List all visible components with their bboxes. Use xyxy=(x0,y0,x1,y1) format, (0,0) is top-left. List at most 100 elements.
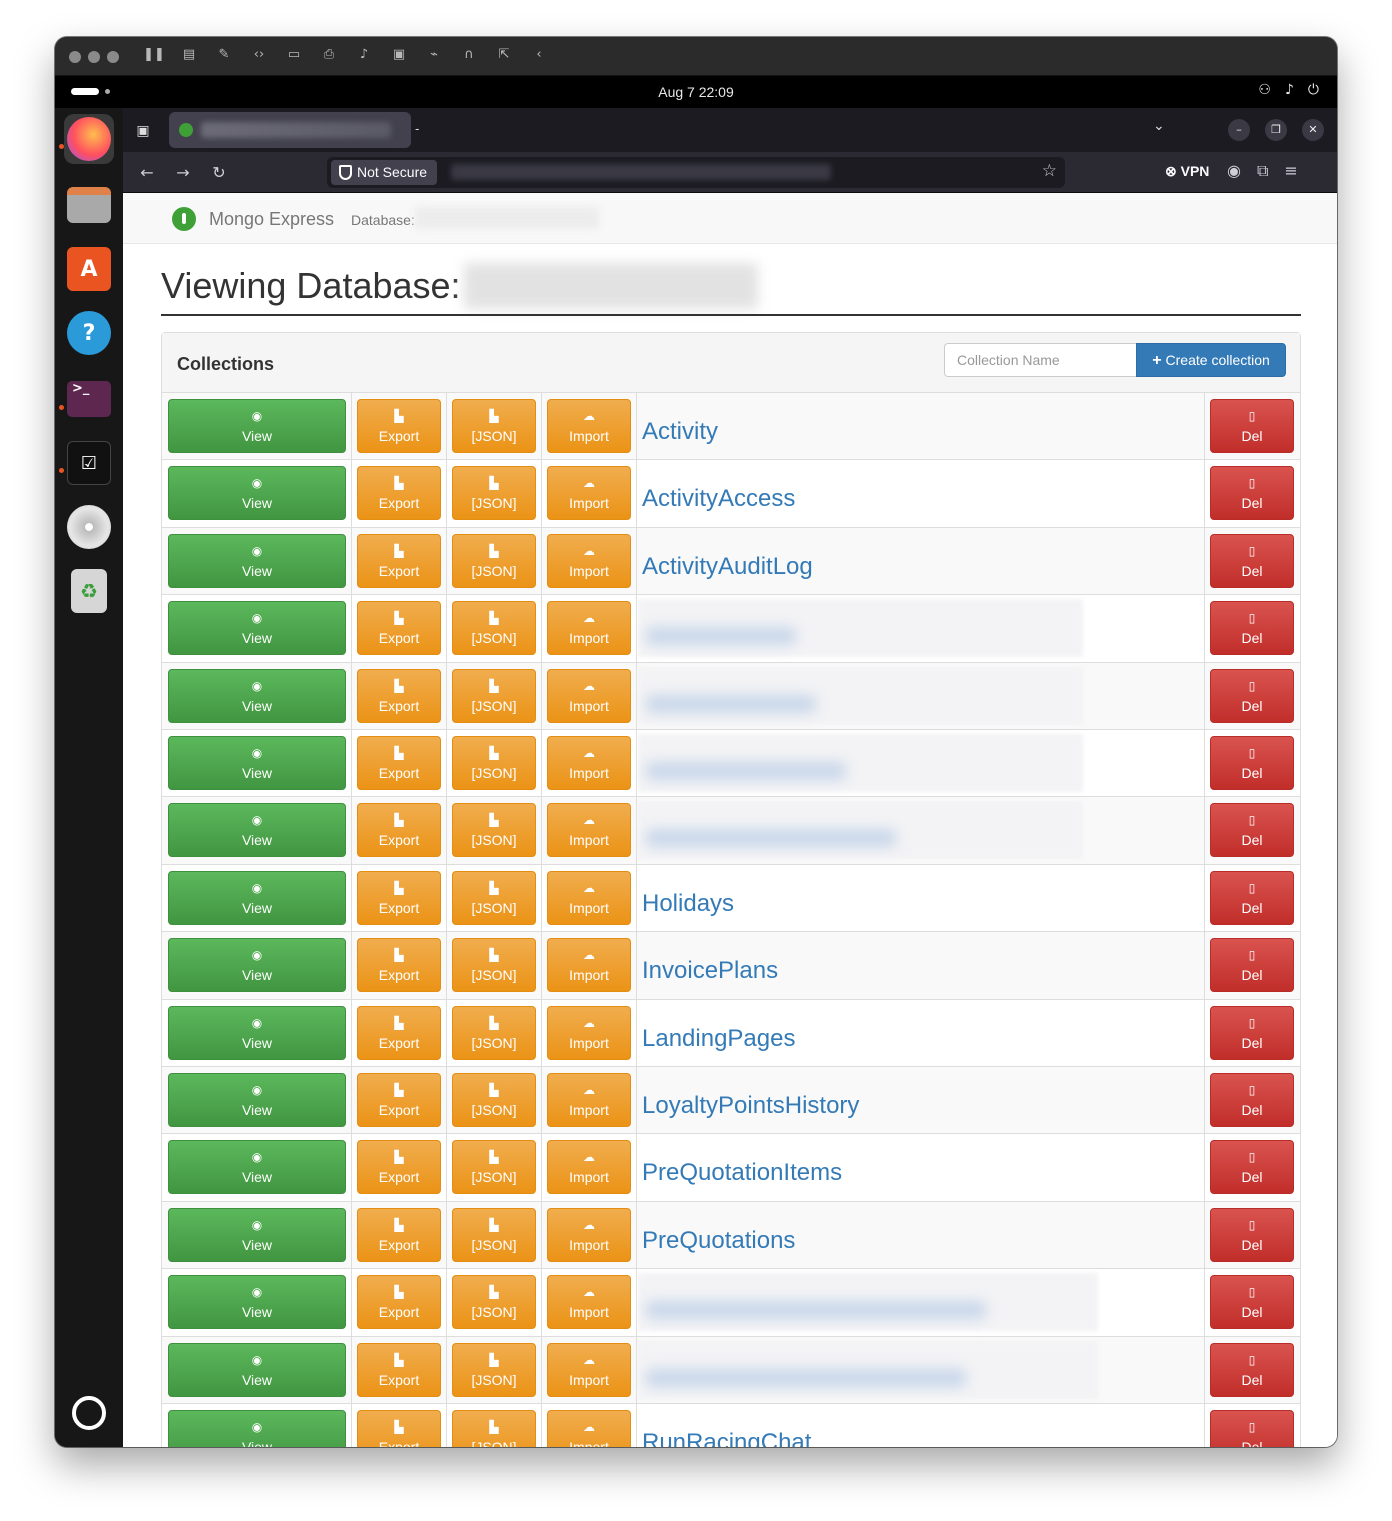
bookmark-star-icon[interactable]: ☆ xyxy=(1042,161,1057,181)
minimize-icon[interactable]: – xyxy=(1228,119,1250,141)
collection-link[interactable]: LandingPages xyxy=(642,1025,795,1053)
dock-show-apps[interactable] xyxy=(64,1388,114,1438)
view-button[interactable]: ◉ View xyxy=(168,803,346,858)
import-button[interactable]: ☁ Import xyxy=(547,1140,631,1195)
import-button[interactable]: ☁ Import xyxy=(547,533,631,588)
export-json-button[interactable]: ▙ [JSON] xyxy=(452,1140,536,1195)
export-button[interactable]: ▙ Export xyxy=(357,1275,441,1330)
collection-link[interactable]: Holidays xyxy=(642,890,734,918)
collection-name-redacted[interactable] xyxy=(638,1273,1098,1332)
delete-button[interactable]: ▯ Del xyxy=(1210,1207,1294,1262)
collection-name-redacted[interactable] xyxy=(638,1340,1098,1399)
site-security-button[interactable]: Not Secure xyxy=(331,160,438,185)
dock-help[interactable]: ? xyxy=(64,308,114,358)
active-tab[interactable] xyxy=(169,112,411,148)
chevron-down-icon[interactable]: ⌄ xyxy=(1153,118,1165,134)
delete-button[interactable]: ▯ Del xyxy=(1210,668,1294,723)
delete-button[interactable]: ▯ Del xyxy=(1210,1342,1294,1397)
collection-name-redacted[interactable] xyxy=(638,734,1083,792)
dock-trash[interactable]: ♻ xyxy=(64,566,114,616)
dock-text-editor[interactable]: ☑ xyxy=(64,438,114,488)
import-button[interactable]: ☁ Import xyxy=(547,1073,631,1127)
export-json-button[interactable]: ▙ [JSON] xyxy=(452,1410,536,1447)
back-icon[interactable]: ← xyxy=(135,161,159,185)
import-button[interactable]: ☁ Import xyxy=(547,601,631,656)
dock-disc[interactable] xyxy=(64,502,114,552)
import-button[interactable]: ☁ Import xyxy=(547,1005,631,1060)
export-button[interactable]: ▙ Export xyxy=(357,601,441,656)
share-icon[interactable]: ⇱ xyxy=(493,47,515,62)
collection-link[interactable]: InvoicePlans xyxy=(642,957,778,985)
view-button[interactable]: ◉ View xyxy=(168,938,346,993)
forward-icon[interactable]: → xyxy=(171,161,195,185)
view-button[interactable]: ◉ View xyxy=(168,399,346,453)
delete-button[interactable]: ▯ Del xyxy=(1210,736,1294,790)
collection-link[interactable]: LoyaltyPointsHistory xyxy=(642,1092,859,1120)
export-button[interactable]: ▙ Export xyxy=(357,668,441,723)
import-button[interactable]: ☁ Import xyxy=(547,1410,631,1447)
export-json-button[interactable]: ▙ [JSON] xyxy=(452,938,536,993)
view-button[interactable]: ◉ View xyxy=(168,1073,346,1127)
export-button[interactable]: ▙ Export xyxy=(357,803,441,858)
view-button[interactable]: ◉ View xyxy=(168,533,346,588)
delete-button[interactable]: ▯ Del xyxy=(1210,1275,1294,1330)
delete-button[interactable]: ▯ Del xyxy=(1210,533,1294,588)
delete-button[interactable]: ▯ Del xyxy=(1210,1140,1294,1195)
view-button[interactable]: ◉ View xyxy=(168,1410,346,1447)
export-button[interactable]: ▙ Export xyxy=(357,736,441,790)
export-json-button[interactable]: ▙ [JSON] xyxy=(452,1207,536,1262)
menu-icon[interactable]: ≡ xyxy=(1284,161,1297,181)
delete-button[interactable]: ▯ Del xyxy=(1210,870,1294,925)
view-button[interactable]: ◉ View xyxy=(168,601,346,656)
export-json-button[interactable]: ▙ [JSON] xyxy=(452,1073,536,1127)
code-icon[interactable]: ‹› xyxy=(248,47,270,62)
import-button[interactable]: ☁ Import xyxy=(547,1275,631,1330)
import-button[interactable]: ☁ Import xyxy=(547,1342,631,1397)
brand-link[interactable]: Mongo Express xyxy=(209,209,334,230)
collection-link[interactable]: RunRacingChat xyxy=(642,1429,811,1447)
camera-icon[interactable]: ▣ xyxy=(388,47,410,62)
export-button[interactable]: ▙ Export xyxy=(357,1207,441,1262)
minimize-dot[interactable] xyxy=(88,51,100,63)
delete-button[interactable]: ▯ Del xyxy=(1210,803,1294,858)
export-button[interactable]: ▙ Export xyxy=(357,1073,441,1127)
create-collection-button[interactable]: + Create collection xyxy=(1136,343,1286,377)
collection-link[interactable]: PreQuotations xyxy=(642,1227,795,1255)
close-icon[interactable]: ✕ xyxy=(1302,119,1324,141)
export-json-button[interactable]: ▙ [JSON] xyxy=(452,1005,536,1060)
view-button[interactable]: ◉ View xyxy=(168,736,346,790)
collection-name-input[interactable] xyxy=(944,343,1137,377)
restore-icon[interactable]: ❐ xyxy=(1265,119,1287,141)
drive-icon[interactable]: ▭ xyxy=(283,47,305,62)
export-button[interactable]: ▙ Export xyxy=(357,399,441,453)
zoom-dot[interactable] xyxy=(107,51,119,63)
dock-app-center[interactable]: A xyxy=(64,244,114,294)
delete-button[interactable]: ▯ Del xyxy=(1210,938,1294,993)
export-json-button[interactable]: ▙ [JSON] xyxy=(452,601,536,656)
reload-icon[interactable]: ↻ xyxy=(207,161,231,185)
printer-icon[interactable]: ⎙ xyxy=(318,47,340,62)
view-button[interactable]: ◉ View xyxy=(168,1140,346,1195)
collection-name-redacted[interactable] xyxy=(638,599,1083,658)
export-button[interactable]: ▙ Export xyxy=(357,1342,441,1397)
export-json-button[interactable]: ▙ [JSON] xyxy=(452,668,536,723)
export-button[interactable]: ▙ Export xyxy=(357,938,441,993)
back-chevron-icon[interactable]: ‹ xyxy=(528,47,550,62)
export-button[interactable]: ▙ Export xyxy=(357,1140,441,1195)
settings-wrench-icon[interactable]: ✎ xyxy=(213,47,235,62)
clock[interactable]: Aug 7 22:09 xyxy=(55,84,1337,100)
headphone-icon[interactable]: ∩ xyxy=(458,47,480,62)
delete-button[interactable]: ▯ Del xyxy=(1210,601,1294,656)
collection-name-redacted[interactable] xyxy=(638,801,1083,860)
vpn-button[interactable]: ⊗ VPN xyxy=(1165,163,1209,180)
export-button[interactable]: ▙ Export xyxy=(357,1005,441,1060)
export-json-button[interactable]: ▙ [JSON] xyxy=(452,399,536,453)
view-button[interactable]: ◉ View xyxy=(168,1207,346,1262)
export-json-button[interactable]: ▙ [JSON] xyxy=(452,1275,536,1330)
collection-name-redacted[interactable] xyxy=(638,666,1083,725)
export-button[interactable]: ▙ Export xyxy=(357,466,441,521)
import-button[interactable]: ☁ Import xyxy=(547,668,631,723)
close-dot[interactable] xyxy=(69,51,81,63)
export-json-button[interactable]: ▙ [JSON] xyxy=(452,803,536,858)
view-button[interactable]: ◉ View xyxy=(168,1342,346,1397)
